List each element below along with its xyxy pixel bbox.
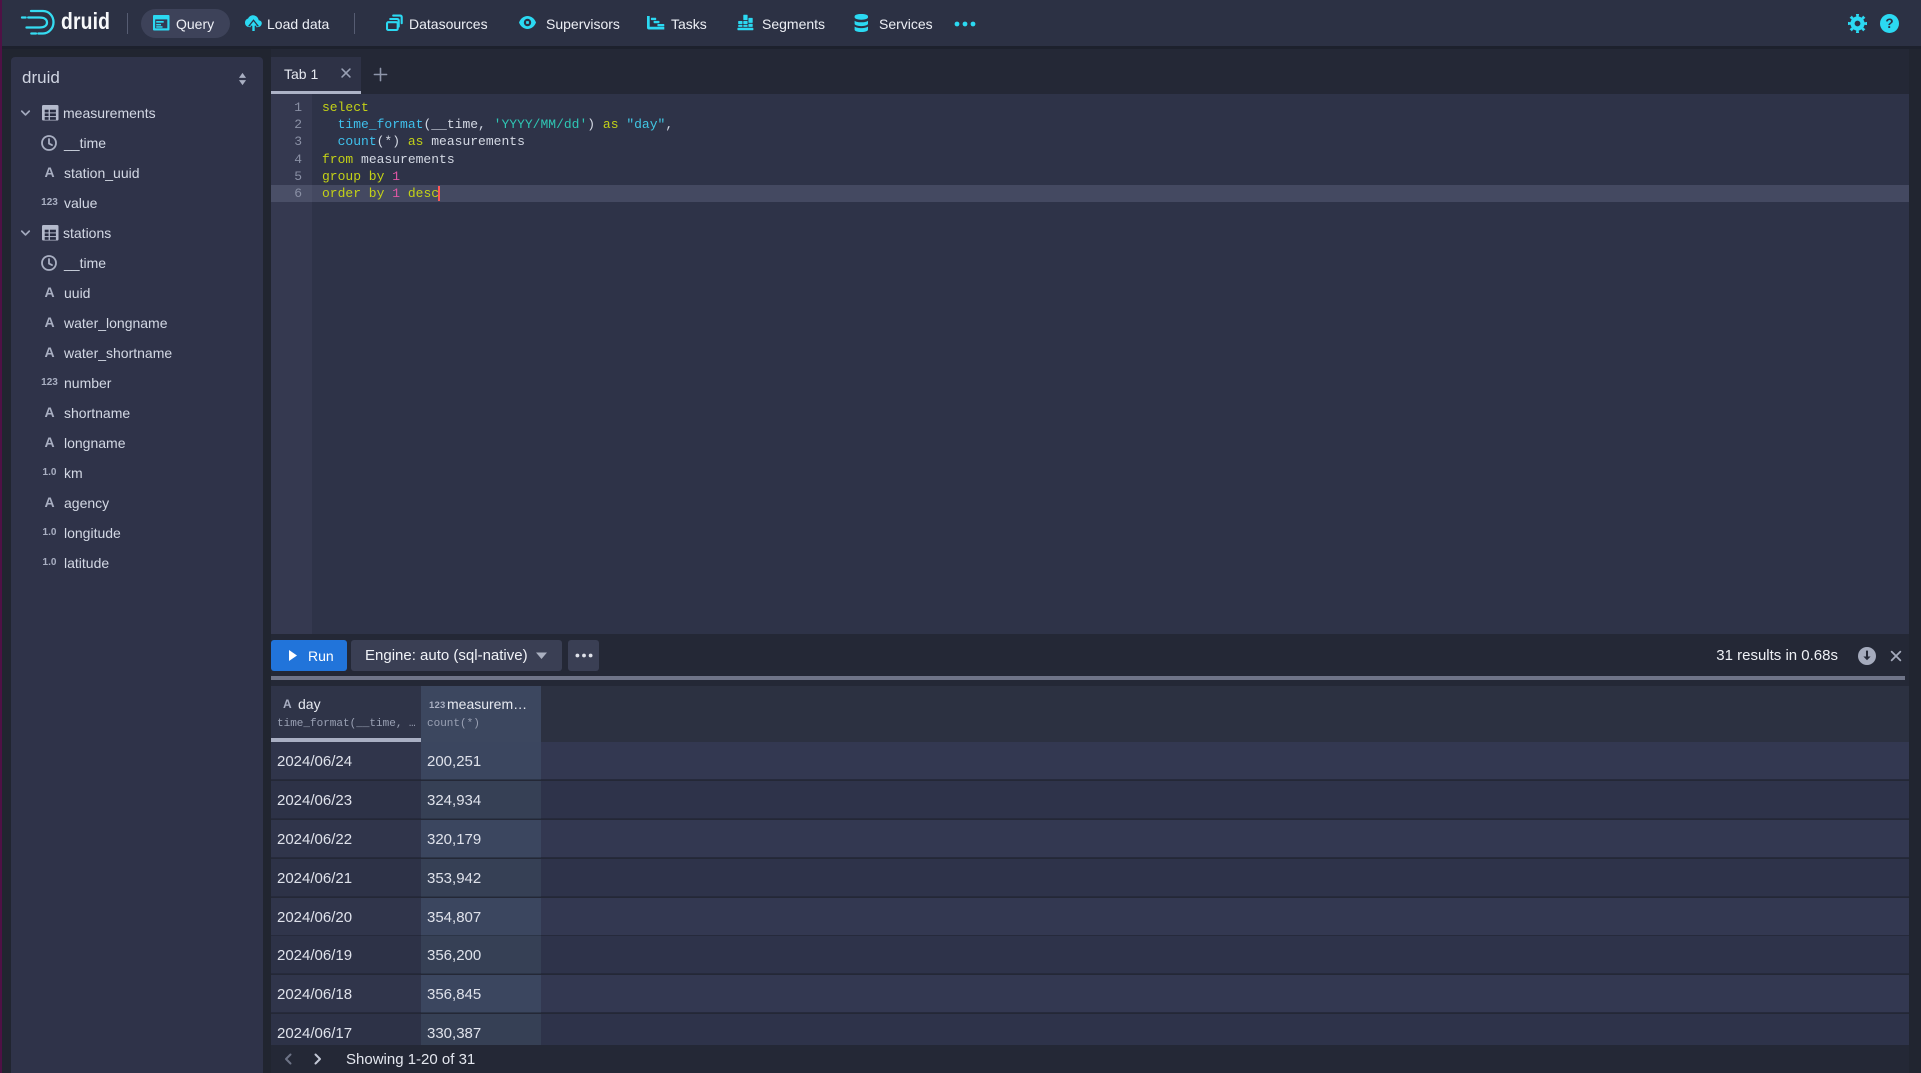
svg-text:?: ? bbox=[1885, 16, 1893, 31]
